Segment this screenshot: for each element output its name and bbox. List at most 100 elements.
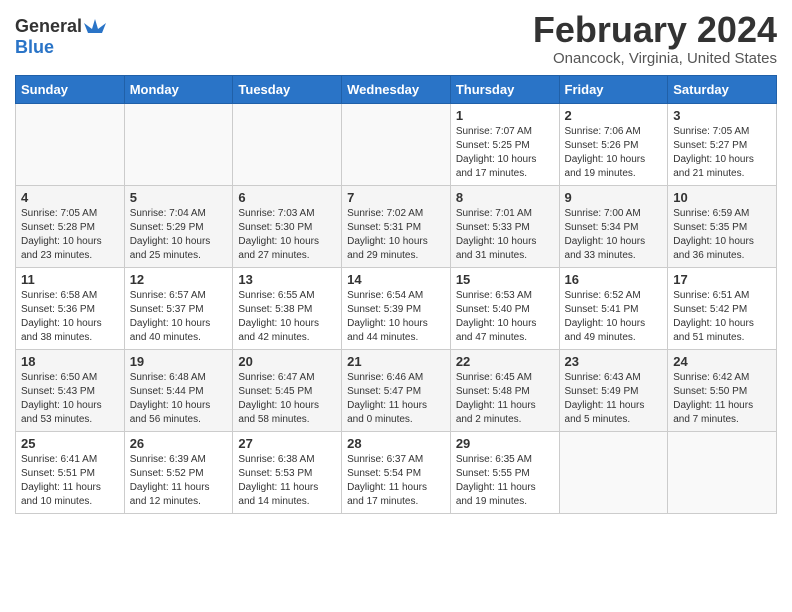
day-info: Sunrise: 6:45 AM Sunset: 5:48 PM Dayligh… <box>456 371 554 427</box>
table-row: 17Sunrise: 6:51 AM Sunset: 5:42 PM Dayli… <box>668 267 777 349</box>
table-row <box>559 431 668 513</box>
table-row <box>233 103 342 185</box>
month-title: February 2024 <box>533 10 777 50</box>
day-number: 18 <box>21 354 119 369</box>
logo-general-text: General <box>15 16 82 37</box>
table-row: 6Sunrise: 7:03 AM Sunset: 5:30 PM Daylig… <box>233 185 342 267</box>
location-subtitle: Onancock, Virginia, United States <box>533 50 777 67</box>
day-number: 22 <box>456 354 554 369</box>
day-number: 27 <box>238 436 336 451</box>
table-row: 19 Sunrise: 6:48 AM Sunset: 5:44 PM Dayli… <box>124 349 233 431</box>
logo-icon <box>84 15 106 37</box>
table-row: 5 Sunrise: 7:04 AM Sunset: 5:29 PM Daylig… <box>124 185 233 267</box>
day-number: 19 <box>130 354 228 369</box>
day-number: 14 <box>347 272 445 287</box>
day-number: 28 <box>347 436 445 451</box>
col-sunday: Sunday <box>16 75 125 103</box>
table-row: 9 Sunrise: 7:00 AM Sunset: 5:34 PM Daylig… <box>559 185 668 267</box>
header: General Blue February 2024 Onancock, Vir… <box>15 10 777 67</box>
table-row: 24 Sunrise: 6:42 AM Sunset: 5:50 PM Dayli… <box>668 349 777 431</box>
day-info: Sunrise: 6:42 AM Sunset: 5:50 PM Dayligh… <box>673 371 771 427</box>
day-info: Sunrise: 6:41 AM Sunset: 5:51 PM Dayligh… <box>21 453 119 509</box>
calendar-week-row: 25 Sunrise: 6:41 AM Sunset: 5:51 PM Dayli… <box>16 431 777 513</box>
day-info: Sunrise: 6:54 AM Sunset: 5:39 PM Dayligh… <box>347 289 445 345</box>
table-row: 11 Sunrise: 6:58 AM Sunset: 5:36 PM Dayli… <box>16 267 125 349</box>
day-number: 16 <box>565 272 663 287</box>
col-tuesday: Tuesday <box>233 75 342 103</box>
day-info: Sunrise: 6:39 AM Sunset: 5:52 PM Dayligh… <box>130 453 228 509</box>
table-row: 13 Sunrise: 6:55 AM Sunset: 5:38 PM Dayli… <box>233 267 342 349</box>
day-number: 23 <box>565 354 663 369</box>
day-number: 24 <box>673 354 771 369</box>
day-info: Sunrise: 6:48 AM Sunset: 5:44 PM Dayligh… <box>130 371 228 427</box>
day-info: Sunrise: 6:55 AM Sunset: 5:38 PM Dayligh… <box>238 289 336 345</box>
table-row: 20Sunrise: 6:47 AM Sunset: 5:45 PM Dayli… <box>233 349 342 431</box>
day-info: Sunrise: 6:37 AM Sunset: 5:54 PM Dayligh… <box>347 453 445 509</box>
day-number: 29 <box>456 436 554 451</box>
table-row <box>124 103 233 185</box>
day-info: Sunrise: 6:38 AM Sunset: 5:53 PM Dayligh… <box>238 453 336 509</box>
table-row: 27 Sunrise: 6:38 AM Sunset: 5:53 PM Dayli… <box>233 431 342 513</box>
day-info: Sunrise: 6:59 AM Sunset: 5:35 PM Dayligh… <box>673 207 771 263</box>
col-wednesday: Wednesday <box>342 75 451 103</box>
table-row: 18 Sunrise: 6:50 AM Sunset: 5:43 PM Dayli… <box>16 349 125 431</box>
table-row: 12 Sunrise: 6:57 AM Sunset: 5:37 PM Dayli… <box>124 267 233 349</box>
day-number: 20 <box>238 354 336 369</box>
day-info: Sunrise: 6:52 AM Sunset: 5:41 PM Dayligh… <box>565 289 663 345</box>
table-row <box>342 103 451 185</box>
day-number: 13 <box>238 272 336 287</box>
day-info: Sunrise: 6:46 AM Sunset: 5:47 PM Dayligh… <box>347 371 445 427</box>
day-number: 6 <box>238 190 336 205</box>
table-row <box>668 431 777 513</box>
table-row <box>16 103 125 185</box>
table-row: 21 Sunrise: 6:46 AM Sunset: 5:47 PM Dayli… <box>342 349 451 431</box>
day-number: 8 <box>456 190 554 205</box>
day-info: Sunrise: 7:04 AM Sunset: 5:29 PM Dayligh… <box>130 207 228 263</box>
day-info: Sunrise: 7:01 AM Sunset: 5:33 PM Dayligh… <box>456 207 554 263</box>
calendar-header-row: Sunday Monday Tuesday Wednesday Thursday… <box>16 75 777 103</box>
table-row: 28 Sunrise: 6:37 AM Sunset: 5:54 PM Dayli… <box>342 431 451 513</box>
day-number: 4 <box>21 190 119 205</box>
table-row: 25 Sunrise: 6:41 AM Sunset: 5:51 PM Dayli… <box>16 431 125 513</box>
calendar-week-row: 1 Sunrise: 7:07 AM Sunset: 5:25 PM Daylig… <box>16 103 777 185</box>
day-info: Sunrise: 6:57 AM Sunset: 5:37 PM Dayligh… <box>130 289 228 345</box>
day-number: 5 <box>130 190 228 205</box>
col-friday: Friday <box>559 75 668 103</box>
table-row: 23 Sunrise: 6:43 AM Sunset: 5:49 PM Dayli… <box>559 349 668 431</box>
day-number: 3 <box>673 108 771 123</box>
day-number: 1 <box>456 108 554 123</box>
day-info: Sunrise: 7:02 AM Sunset: 5:31 PM Dayligh… <box>347 207 445 263</box>
day-info: Sunrise: 6:53 AM Sunset: 5:40 PM Dayligh… <box>456 289 554 345</box>
day-info: Sunrise: 7:05 AM Sunset: 5:27 PM Dayligh… <box>673 125 771 181</box>
calendar-week-row: 18 Sunrise: 6:50 AM Sunset: 5:43 PM Dayli… <box>16 349 777 431</box>
calendar-week-row: 11 Sunrise: 6:58 AM Sunset: 5:36 PM Dayli… <box>16 267 777 349</box>
day-number: 25 <box>21 436 119 451</box>
table-row: 2Sunrise: 7:06 AM Sunset: 5:26 PM Daylig… <box>559 103 668 185</box>
day-number: 11 <box>21 272 119 287</box>
day-number: 12 <box>130 272 228 287</box>
day-number: 7 <box>347 190 445 205</box>
day-number: 21 <box>347 354 445 369</box>
col-thursday: Thursday <box>450 75 559 103</box>
day-info: Sunrise: 7:00 AM Sunset: 5:34 PM Dayligh… <box>565 207 663 263</box>
day-number: 2 <box>565 108 663 123</box>
day-info: Sunrise: 6:43 AM Sunset: 5:49 PM Dayligh… <box>565 371 663 427</box>
day-number: 15 <box>456 272 554 287</box>
day-info: Sunrise: 6:50 AM Sunset: 5:43 PM Dayligh… <box>21 371 119 427</box>
table-row: 22 Sunrise: 6:45 AM Sunset: 5:48 PM Dayli… <box>450 349 559 431</box>
day-info: Sunrise: 6:58 AM Sunset: 5:36 PM Dayligh… <box>21 289 119 345</box>
table-row: 8 Sunrise: 7:01 AM Sunset: 5:33 PM Daylig… <box>450 185 559 267</box>
day-info: Sunrise: 7:07 AM Sunset: 5:25 PM Dayligh… <box>456 125 554 181</box>
col-saturday: Saturday <box>668 75 777 103</box>
table-row: 3 Sunrise: 7:05 AM Sunset: 5:27 PM Daylig… <box>668 103 777 185</box>
day-number: 26 <box>130 436 228 451</box>
day-number: 17 <box>673 272 771 287</box>
day-number: 9 <box>565 190 663 205</box>
table-row: 14 Sunrise: 6:54 AM Sunset: 5:39 PM Dayli… <box>342 267 451 349</box>
table-row: 7 Sunrise: 7:02 AM Sunset: 5:31 PM Daylig… <box>342 185 451 267</box>
table-row: 16 Sunrise: 6:52 AM Sunset: 5:41 PM Dayli… <box>559 267 668 349</box>
table-row: 4Sunrise: 7:05 AM Sunset: 5:28 PM Daylig… <box>16 185 125 267</box>
day-info: Sunrise: 6:35 AM Sunset: 5:55 PM Dayligh… <box>456 453 554 509</box>
calendar-table: Sunday Monday Tuesday Wednesday Thursday… <box>15 75 777 514</box>
title-area: February 2024 Onancock, Virginia, United… <box>533 10 777 67</box>
